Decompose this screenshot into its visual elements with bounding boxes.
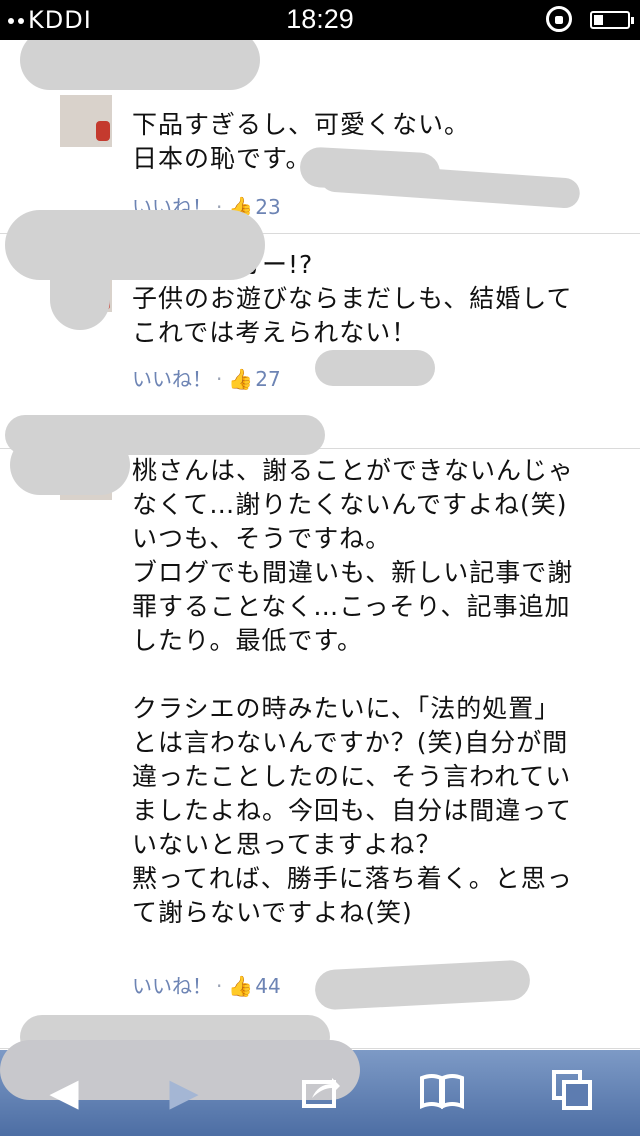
like-count[interactable]: 27 bbox=[255, 367, 280, 391]
comment-text: 桃さんは、謝ることができないんじゃ なくて…謝りたくないんですよね(笑) いつも… bbox=[132, 456, 575, 927]
redaction-mark bbox=[20, 40, 260, 90]
comment-item: 桃さんは、謝ることができないんじゃ なくて…謝りたくないんですよね(笑) いつも… bbox=[0, 408, 640, 1049]
like-count[interactable]: 23 bbox=[255, 195, 280, 219]
separator: · bbox=[216, 974, 223, 998]
tabs-icon[interactable] bbox=[548, 1068, 596, 1116]
battery-icon bbox=[590, 11, 634, 29]
redaction-mark bbox=[5, 210, 265, 280]
avatar[interactable] bbox=[60, 95, 112, 147]
thumbs-up-icon: 👍 bbox=[228, 974, 254, 998]
back-icon[interactable]: ◀ bbox=[40, 1068, 88, 1116]
redaction-mark bbox=[10, 435, 130, 495]
bookmarks-icon[interactable] bbox=[418, 1068, 466, 1116]
redaction-mark bbox=[50, 240, 110, 330]
clock: 18:29 bbox=[286, 4, 354, 34]
comment-meta: いいね！ · 👍 44 bbox=[132, 970, 281, 999]
thumbs-up-icon: 👍 bbox=[228, 367, 254, 391]
separator: · bbox=[216, 367, 223, 391]
comments-list: 下品すぎるし、可愛くない。 日本の恥です。 いいね！·👍23 人気ブロガー!? … bbox=[0, 40, 640, 1050]
redaction-mark bbox=[315, 350, 435, 386]
browser-toolbar: ◀ ▶ bbox=[0, 1040, 640, 1136]
rotation-lock-icon bbox=[546, 6, 572, 32]
like-link[interactable]: いいね！ bbox=[132, 974, 212, 998]
forward-icon[interactable]: ▶ bbox=[160, 1068, 208, 1116]
share-icon[interactable] bbox=[296, 1068, 344, 1116]
comment-meta: いいね！ · 👍 27 bbox=[132, 363, 281, 392]
like-link[interactable]: いいね！ bbox=[132, 367, 212, 391]
like-count[interactable]: 44 bbox=[255, 974, 280, 998]
status-bar: KDDI 18:29 bbox=[0, 0, 640, 40]
